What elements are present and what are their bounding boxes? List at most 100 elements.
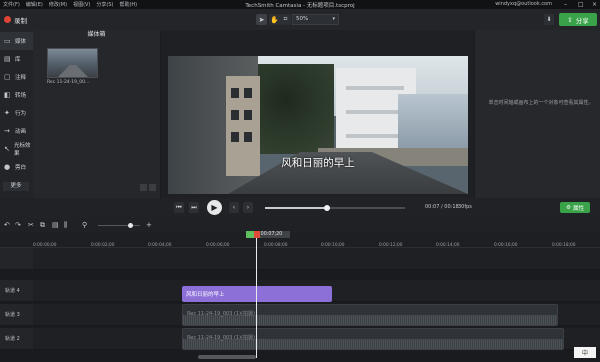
zoom-out-icon[interactable]: ⚲ bbox=[82, 221, 87, 229]
properties-panel: 单击时间轴或画布上的一个对象可查看其属性。 bbox=[474, 30, 600, 198]
time-display: 00:07 / 00:18 bbox=[425, 204, 459, 210]
media-clip[interactable]: Rec 11-24-19_003 (1)(拍摄) bbox=[182, 328, 564, 350]
zoom-value: 50% bbox=[296, 16, 309, 22]
caption-clip[interactable]: 风和日丽的早上 bbox=[182, 286, 332, 302]
redo-icon[interactable]: ↷ bbox=[15, 221, 21, 229]
paste-icon[interactable]: ▤ bbox=[52, 221, 59, 229]
transition-icon: ◧ bbox=[4, 90, 11, 99]
view-toggles bbox=[140, 184, 156, 191]
step-forward-icon[interactable]: ⏭ bbox=[189, 202, 199, 213]
close-icon[interactable]: × bbox=[592, 2, 597, 8]
zoom-select[interactable]: 50% ▾ bbox=[292, 14, 339, 25]
sidebar-item-animation[interactable]: → 动画 bbox=[0, 122, 33, 140]
chevron-down-icon: ▾ bbox=[332, 16, 335, 22]
ime-indicator[interactable]: 中 bbox=[574, 347, 596, 358]
share-button[interactable]: ⇪ 分享 bbox=[559, 13, 597, 26]
cut-icon[interactable]: ✂ bbox=[28, 221, 34, 229]
media-clip-label: Rec 11-24-19_003 (1)(拍摄) bbox=[187, 335, 255, 341]
track-label: 轨道 3 bbox=[5, 312, 20, 318]
sidebar-item-label: 媒体 bbox=[15, 39, 27, 45]
track-header-2[interactable]: 轨道 2 bbox=[0, 328, 33, 350]
sidebar-item-behavior[interactable]: ✦ 行为 bbox=[0, 104, 33, 122]
toolbar: 录制 ➤ ✋ ⌗ 50% ▾ ⬇ ⇪ 分享 bbox=[0, 9, 600, 30]
more-button[interactable]: 更多 bbox=[3, 182, 29, 191]
tool-sidebar: ▭ 媒体 ▤ 库 ▢ 注释 ◧ 转场 ✦ 行为 → 动画 ↖ 光标效果 ● 旁白… bbox=[0, 30, 33, 198]
share-icon: ⇪ bbox=[567, 15, 573, 24]
sidebar-item-label: 光标效果 bbox=[14, 143, 31, 157]
sidebar-item-label: 库 bbox=[15, 57, 21, 63]
grid-view-icon[interactable] bbox=[140, 184, 147, 191]
sidebar-item-narration[interactable]: ● 旁白 bbox=[0, 158, 33, 176]
voice-narration-icon: ● bbox=[4, 162, 11, 171]
properties-hint: 单击时间轴或画布上的一个对象可查看其属性。 bbox=[488, 100, 594, 106]
window bbox=[244, 88, 252, 98]
gear-icon: ⚙ bbox=[566, 204, 571, 211]
sidebar-item-cursor-effects[interactable]: ↖ 光标效果 bbox=[0, 140, 33, 158]
track-lane-empty[interactable] bbox=[33, 248, 600, 270]
track-header-4[interactable]: 轨道 4 bbox=[0, 280, 33, 302]
record-icon bbox=[4, 16, 11, 23]
scrub-handle[interactable] bbox=[323, 205, 330, 211]
balcony bbox=[346, 110, 404, 114]
video-glass-building bbox=[398, 94, 468, 154]
undo-icon[interactable]: ↶ bbox=[4, 221, 10, 229]
media-icon: ▭ bbox=[4, 36, 11, 45]
scrub-progress bbox=[265, 207, 327, 209]
playhead-line[interactable] bbox=[256, 238, 257, 358]
sidebar-item-library[interactable]: ▤ 库 bbox=[0, 50, 33, 68]
timeline-horizontal-scrollbar[interactable] bbox=[198, 355, 256, 359]
select-tool-icon[interactable]: ➤ bbox=[256, 14, 267, 25]
timeline-zoom-slider[interactable] bbox=[98, 223, 140, 228]
menu-bar: 文件(F) 编辑(E) 修改(M) 视图(V) 分享(S) 帮助(H) Tech… bbox=[0, 0, 600, 9]
list-view-icon[interactable] bbox=[149, 184, 156, 191]
caption-clip-label: 风和日丽的早上 bbox=[186, 292, 225, 298]
timeline-ruler[interactable]: 0:00:00;00 0:00:02;00 0:00:04;00 0:00:06… bbox=[0, 232, 600, 248]
pan-tool-icon[interactable]: ✋ bbox=[269, 14, 280, 25]
previous-marker-icon[interactable]: ‹ bbox=[229, 202, 239, 213]
video-preview[interactable]: 风和日丽的早上 bbox=[168, 56, 468, 194]
copy-icon[interactable]: ⧉ bbox=[40, 221, 45, 230]
next-marker-icon[interactable]: › bbox=[243, 202, 253, 213]
record-label: 录制 bbox=[14, 16, 27, 25]
sidebar-item-media[interactable]: ▭ 媒体 bbox=[0, 32, 33, 50]
window bbox=[231, 132, 239, 142]
sidebar-item-annotation[interactable]: ▢ 注释 bbox=[0, 68, 33, 86]
scrub-bar[interactable] bbox=[265, 205, 405, 211]
behavior-icon: ✦ bbox=[4, 108, 10, 117]
track-header-3[interactable]: 轨道 3 bbox=[0, 304, 33, 326]
window-controls: – □ × bbox=[564, 0, 597, 9]
play-icon[interactable]: ▶ bbox=[207, 200, 222, 215]
split-icon[interactable]: ⫼ bbox=[64, 221, 67, 230]
media-bin: 媒体箱 Rec 11-24-19_00... bbox=[33, 30, 161, 198]
crop-tool-icon[interactable]: ⌗ bbox=[280, 14, 291, 25]
ime-label: 中 bbox=[581, 350, 588, 357]
properties-button[interactable]: ⚙ 属性 bbox=[560, 202, 590, 213]
playhead-out-marker[interactable] bbox=[254, 231, 260, 238]
window bbox=[244, 132, 252, 142]
sidebar-item-label: 行为 bbox=[15, 111, 27, 117]
thumbnail-road bbox=[58, 65, 88, 77]
window bbox=[231, 88, 239, 98]
record-button[interactable]: 录制 bbox=[4, 15, 27, 25]
properties-button-label: 属性 bbox=[572, 205, 584, 212]
maximize-icon[interactable]: □ bbox=[578, 2, 584, 8]
media-clip-name: Rec 11-24-19_00... bbox=[47, 80, 90, 85]
sidebar-item-label: 动画 bbox=[15, 129, 27, 135]
canvas-area: 风和日丽的早上 bbox=[161, 30, 474, 198]
video-subtitle: 风和日丽的早上 bbox=[281, 157, 355, 169]
minimize-icon[interactable]: – bbox=[564, 2, 569, 8]
account-label[interactable]: windyxq@outlook.com bbox=[495, 1, 552, 7]
timeline-zoom-handle[interactable] bbox=[128, 223, 133, 228]
track-label: 轨道 4 bbox=[5, 288, 20, 294]
media-thumbnail[interactable] bbox=[47, 48, 98, 78]
zoom-in-icon[interactable]: + bbox=[146, 221, 152, 229]
media-clip[interactable]: Rec 11-24-19_003 (1)(拍摄) bbox=[182, 304, 558, 326]
step-back-icon[interactable]: ⏮ bbox=[174, 202, 184, 213]
download-icon[interactable]: ⬇ bbox=[544, 14, 554, 25]
sidebar-item-transition[interactable]: ◧ 转场 bbox=[0, 86, 33, 104]
timeline-toolbar: ↶ ↷ ✂ ⧉ ▤ ⫼ ⚲ + bbox=[0, 218, 600, 232]
library-icon: ▤ bbox=[4, 54, 11, 63]
window bbox=[231, 110, 239, 120]
fps-display: 30fps bbox=[458, 204, 472, 210]
share-label: 分享 bbox=[575, 16, 589, 25]
